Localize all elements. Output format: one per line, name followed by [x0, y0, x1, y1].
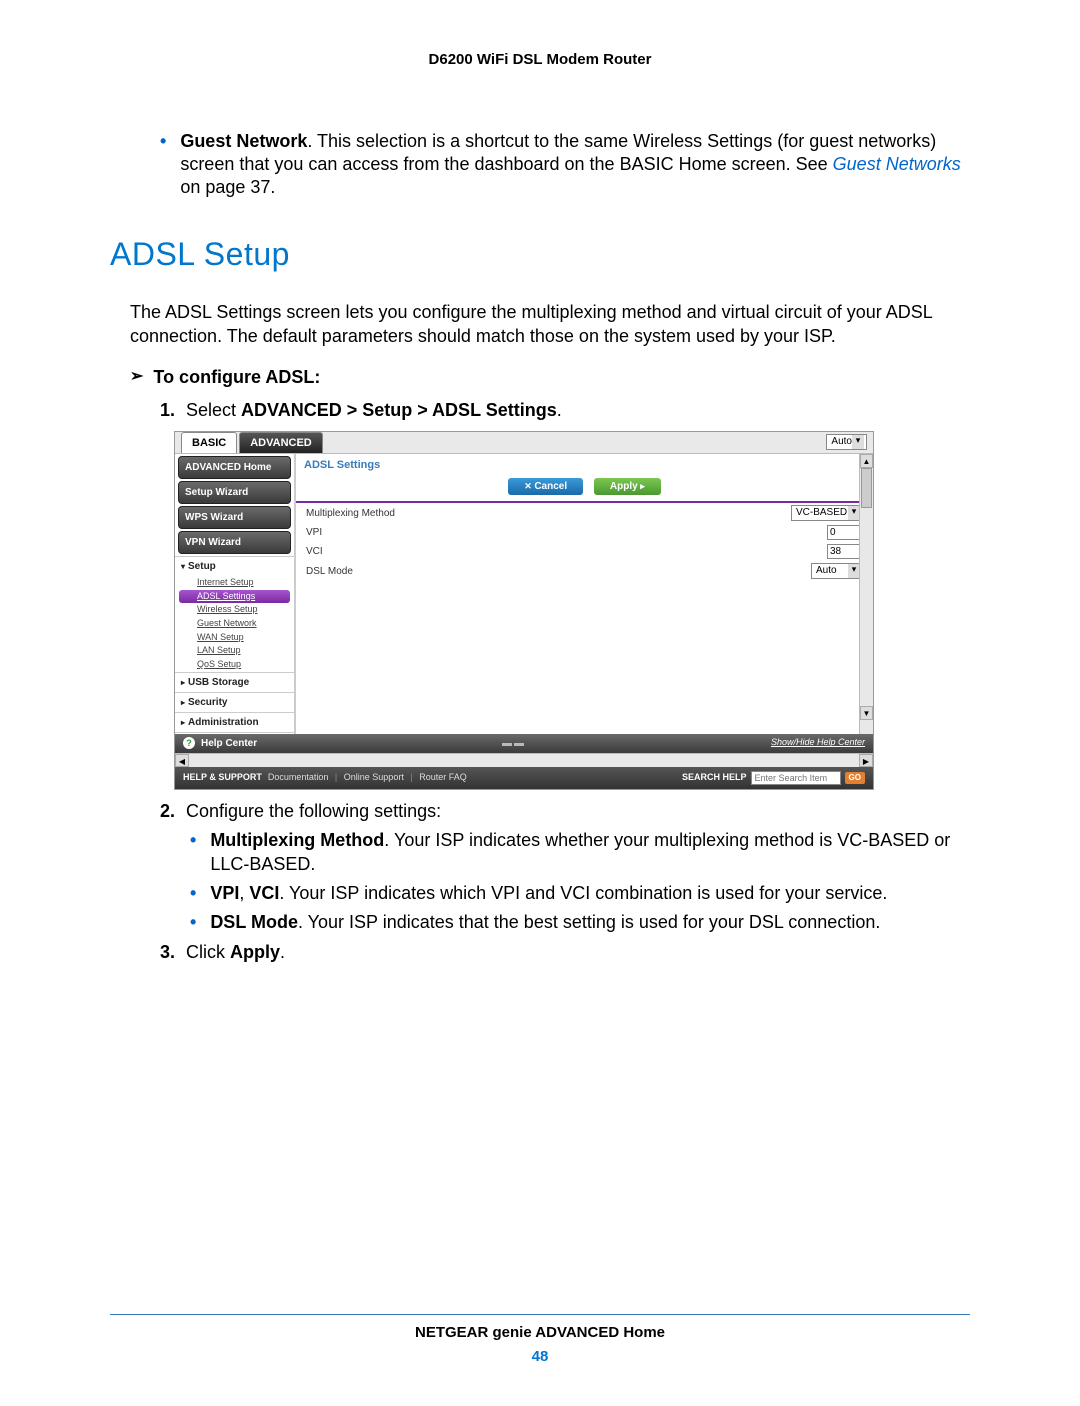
- triangle-down-icon: ▾: [181, 562, 185, 571]
- multiplexing-select[interactable]: VC-BASED: [791, 505, 863, 521]
- footer-bar: HELP & SUPPORT Documentation | Online Su…: [175, 767, 873, 789]
- sidebar-wan-setup[interactable]: WAN Setup: [175, 631, 294, 645]
- scroll-up-icon[interactable]: ▲: [860, 454, 873, 468]
- row-vci: VCI: [296, 542, 873, 561]
- bullet-dot-icon: •: [190, 882, 196, 905]
- page-footer: NETGEAR genie ADVANCED Home 48: [110, 1314, 970, 1366]
- triangle-right-icon: ▸: [181, 678, 185, 687]
- chevron-right-icon: ➢: [130, 367, 143, 388]
- search-help-label: SEARCH HELP: [682, 772, 747, 784]
- go-button[interactable]: GO: [845, 772, 865, 784]
- step-3: 3. Click Apply.: [160, 941, 970, 964]
- apply-button[interactable]: Apply: [594, 478, 661, 495]
- documentation-link[interactable]: Documentation: [268, 772, 329, 782]
- help-support-label: HELP & SUPPORT: [183, 772, 262, 784]
- sidebar-setup[interactable]: ▾Setup: [175, 556, 294, 576]
- sidebar-usb-storage[interactable]: ▸USB Storage: [175, 672, 294, 692]
- scroll-left-icon[interactable]: ◀: [175, 754, 189, 767]
- online-support-link[interactable]: Online Support: [344, 772, 404, 782]
- sidebar-internet-setup[interactable]: Internet Setup: [175, 576, 294, 590]
- bullet-dot-icon: •: [190, 829, 196, 876]
- screenshot-tabbar: BASIC ADVANCED Auto: [175, 432, 873, 454]
- triangle-right-icon: ▸: [181, 718, 185, 727]
- page-number: 48: [110, 1347, 970, 1367]
- bullet-dot-icon: •: [190, 911, 196, 934]
- router-faq-link[interactable]: Router FAQ: [419, 772, 467, 782]
- sidebar-wps-wizard[interactable]: WPS Wizard: [178, 506, 291, 529]
- horizontal-scrollbar[interactable]: ◀ ▶: [175, 753, 873, 767]
- sidebar-vpn-wizard[interactable]: VPN Wizard: [178, 531, 291, 554]
- sub-bullet-dsl-mode: • DSL Mode. Your ISP indicates that the …: [190, 911, 970, 934]
- tab-advanced[interactable]: ADVANCED: [239, 432, 323, 453]
- row-multiplexing: Multiplexing Method VC-BASED: [296, 503, 873, 523]
- sidebar-administration[interactable]: ▸Administration: [175, 712, 294, 732]
- sub-bullet-vpi-vci: • VPI, VCI. Your ISP indicates which VPI…: [190, 882, 970, 905]
- sidebar-guest-network[interactable]: Guest Network: [175, 617, 294, 631]
- step-2: 2. Configure the following settings:: [160, 800, 970, 823]
- sidebar-security[interactable]: ▸Security: [175, 692, 294, 712]
- sidebar-qos-setup[interactable]: QoS Setup: [175, 658, 294, 672]
- sidebar: ADVANCED Home Setup Wizard WPS Wizard VP…: [175, 454, 295, 734]
- top-auto-select[interactable]: Auto: [826, 434, 867, 450]
- help-icon[interactable]: ?: [183, 737, 195, 749]
- vci-input[interactable]: [827, 544, 863, 559]
- bullet-guest-network: • Guest Network. This selection is a sho…: [160, 130, 970, 200]
- bullet-dot-icon: •: [160, 130, 166, 200]
- dsl-mode-select[interactable]: Auto: [811, 563, 863, 579]
- sub-bullet-multiplexing: • Multiplexing Method. Your ISP indicate…: [190, 829, 970, 876]
- vpi-input[interactable]: [827, 525, 863, 540]
- guest-network-label: Guest Network: [180, 131, 307, 151]
- step-1: 1. Select ADVANCED > Setup > ADSL Settin…: [160, 399, 970, 422]
- row-dsl-mode: DSL Mode Auto: [296, 561, 873, 581]
- drag-handle-icon[interactable]: ▬▬: [502, 737, 526, 750]
- sidebar-lan-setup[interactable]: LAN Setup: [175, 644, 294, 658]
- tab-basic[interactable]: BASIC: [181, 432, 237, 453]
- triangle-right-icon: ▸: [181, 698, 185, 707]
- cancel-button[interactable]: Cancel: [508, 478, 583, 495]
- scroll-right-icon[interactable]: ▶: [859, 754, 873, 767]
- vertical-scrollbar[interactable]: ▲ ▼: [859, 454, 873, 734]
- sidebar-advanced-setup[interactable]: ▸Advanced Setup: [175, 732, 294, 734]
- intro-paragraph: The ADSL Settings screen lets you config…: [130, 301, 970, 348]
- search-help-input[interactable]: [751, 771, 841, 785]
- guest-networks-link[interactable]: Guest Networks: [833, 154, 961, 174]
- footer-title: NETGEAR genie ADVANCED Home: [110, 1323, 970, 1343]
- scroll-down-icon[interactable]: ▼: [860, 706, 873, 720]
- pane-title: ADSL Settings: [296, 454, 873, 476]
- scroll-thumb[interactable]: [861, 468, 872, 508]
- sidebar-advanced-home[interactable]: ADVANCED Home: [178, 456, 291, 479]
- toggle-help-link[interactable]: Show/Hide Help Center: [771, 737, 865, 749]
- section-title: ADSL Setup: [110, 234, 970, 276]
- page-header: D6200 WiFi DSL Modem Router: [110, 50, 970, 70]
- help-center-bar: ? Help Center ▬▬ Show/Hide Help Center: [175, 734, 873, 753]
- sidebar-wireless-setup[interactable]: Wireless Setup: [175, 603, 294, 617]
- sidebar-adsl-settings[interactable]: ADSL Settings: [179, 590, 290, 604]
- sidebar-setup-wizard[interactable]: Setup Wizard: [178, 481, 291, 504]
- adsl-settings-screenshot: BASIC ADVANCED Auto ADVANCED Home Setup …: [174, 431, 874, 790]
- row-vpi: VPI: [296, 523, 873, 542]
- main-pane: ADSL Settings Cancel Apply Multiplexing …: [295, 454, 873, 734]
- help-center-label: Help Center: [201, 737, 257, 750]
- task-heading: ➢ To configure ADSL:: [130, 366, 970, 389]
